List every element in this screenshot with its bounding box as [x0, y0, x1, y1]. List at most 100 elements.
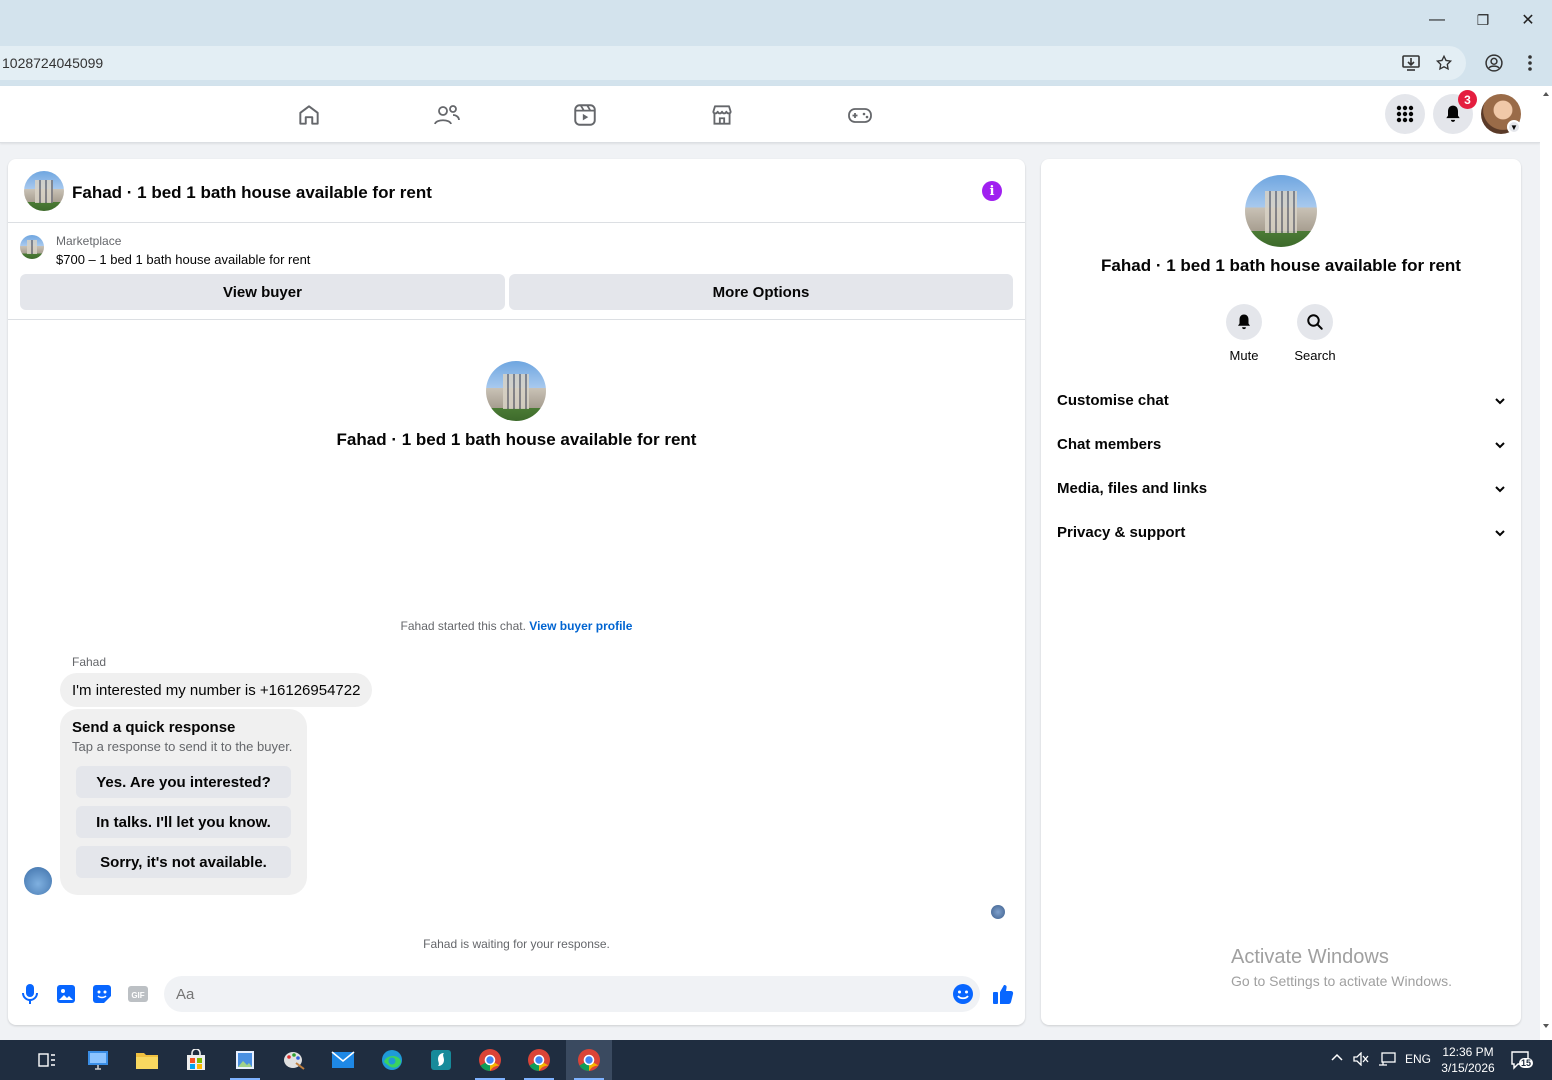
browser-menu-icon[interactable]: [1517, 50, 1543, 76]
chrome-profile-1-icon[interactable]: [467, 1040, 513, 1080]
remote-desktop-icon[interactable]: [75, 1040, 121, 1080]
details-avatar[interactable]: [1245, 175, 1317, 247]
view-buyer-button[interactable]: View buyer: [20, 274, 505, 310]
mute-label: Mute: [1229, 348, 1259, 363]
quick-reply-yes-button[interactable]: Yes. Are you interested?: [76, 766, 291, 798]
install-app-icon[interactable]: [1399, 52, 1423, 74]
surfshark-icon[interactable]: [418, 1040, 464, 1080]
photo-icon[interactable]: [54, 982, 78, 1006]
task-view-icon[interactable]: [24, 1040, 70, 1080]
account-caret-icon[interactable]: ▼: [1507, 120, 1521, 134]
chat-panel: Fahad · 1 bed 1 bath house available for…: [8, 159, 1025, 1025]
profile-icon[interactable]: [1481, 50, 1507, 76]
address-bar-row: 1028724045099: [0, 40, 1552, 86]
details-name: Fahad · 1 bed 1 bath house available for…: [1101, 256, 1461, 275]
browser-titlebar: — ❐ ✕: [0, 0, 1552, 40]
info-icon[interactable]: i: [982, 181, 1002, 201]
sticker-icon[interactable]: [90, 982, 114, 1006]
listing-avatar[interactable]: [24, 171, 64, 211]
close-button[interactable]: ✕: [1508, 6, 1548, 34]
thumbs-up-icon[interactable]: [991, 982, 1015, 1006]
url-text: 1028724045099: [2, 55, 104, 71]
chat-title[interactable]: Fahad · 1 bed 1 bath house available for…: [72, 183, 432, 203]
privacy-support-row[interactable]: Privacy & support: [1057, 514, 1505, 550]
paint-icon[interactable]: [271, 1040, 317, 1080]
omnibox[interactable]: 1028724045099: [0, 46, 1466, 80]
section-label: Media, files and links: [1057, 479, 1208, 497]
network-icon[interactable]: [1378, 1052, 1396, 1069]
media-files-links-row[interactable]: Media, files and links: [1057, 470, 1505, 506]
svg-text:GIF: GIF: [131, 991, 144, 1000]
view-buyer-profile-link[interactable]: View buyer profile: [529, 619, 632, 633]
menu-grid-icon[interactable]: [1385, 94, 1425, 134]
file-explorer-icon[interactable]: [124, 1040, 170, 1080]
action-center-badge: 15: [1519, 1058, 1534, 1068]
clock-date: 3/15/2026: [1441, 1061, 1495, 1075]
listing-thumbnail[interactable]: [20, 235, 44, 259]
sender-avatar[interactable]: [24, 867, 52, 895]
emoji-icon[interactable]: [951, 982, 975, 1006]
chat-started-text: Fahad started this chat.: [400, 619, 526, 633]
minimize-button[interactable]: —: [1417, 6, 1457, 34]
listing-large-avatar: [486, 361, 546, 421]
search-label: Search: [1294, 348, 1336, 363]
search-icon: [1297, 304, 1333, 340]
friends-icon[interactable]: [432, 100, 462, 130]
mute-button[interactable]: Mute: [1204, 304, 1284, 363]
notification-badge: 3: [1458, 90, 1477, 109]
waiting-notice: Fahad is waiting for your response.: [423, 937, 610, 951]
chat-header: Fahad · 1 bed 1 bath house available for…: [8, 159, 1025, 223]
image-viewer-icon[interactable]: [222, 1040, 268, 1080]
message-input[interactable]: [164, 976, 980, 1012]
marketplace-icon[interactable]: [707, 100, 737, 130]
clock-time: 12:36 PM: [1442, 1045, 1494, 1059]
chevron-down-icon: [1495, 524, 1505, 541]
restore-button[interactable]: ❐: [1463, 6, 1503, 34]
windows-taskbar: ENG 12:36 PM 3/15/2026 15: [0, 1040, 1552, 1080]
chevron-down-icon: [1495, 392, 1505, 409]
watermark-title: Activate Windows: [1231, 946, 1389, 968]
quick-response-title: Send a quick response: [72, 719, 236, 736]
sender-name: Fahad: [72, 655, 107, 669]
listing-source-label: Marketplace: [56, 234, 122, 248]
section-label: Customise chat: [1057, 391, 1169, 409]
section-label: Chat members: [1057, 435, 1162, 453]
chevron-down-icon: [1495, 480, 1505, 497]
system-clock[interactable]: 12:36 PM 3/15/2026: [1430, 1044, 1506, 1076]
language-indicator[interactable]: ENG: [1405, 1052, 1431, 1066]
more-options-button[interactable]: More Options: [509, 274, 1013, 310]
chevron-down-icon: [1495, 436, 1505, 453]
message-bubble[interactable]: I'm interested my number is +16126954722: [60, 673, 373, 707]
home-icon[interactable]: [294, 100, 324, 130]
chrome-profile-2-icon[interactable]: [516, 1040, 562, 1080]
bookmark-star-icon[interactable]: [1432, 52, 1456, 74]
watermark-subtitle: Go to Settings to activate Windows.: [1231, 973, 1452, 989]
listing-summary[interactable]: $700 – 1 bed 1 bath house available for …: [56, 252, 310, 267]
facebook-top-nav: 3 ▼: [0, 86, 1540, 143]
gaming-icon[interactable]: [845, 100, 875, 130]
customise-chat-row[interactable]: Customise chat: [1057, 382, 1505, 418]
quick-reply-in-talks-button[interactable]: In talks. I'll let you know.: [76, 806, 291, 838]
action-center-icon[interactable]: 15: [1510, 1050, 1534, 1073]
seen-indicator-avatar: [991, 905, 1005, 919]
divider: [8, 319, 1025, 320]
mail-icon[interactable]: [320, 1040, 366, 1080]
chrome-active-icon[interactable]: [566, 1040, 612, 1080]
quick-reply-not-available-button[interactable]: Sorry, it's not available.: [76, 846, 291, 878]
chat-details-panel: Fahad · 1 bed 1 bath house available for…: [1041, 159, 1521, 1025]
gif-icon[interactable]: GIF: [126, 982, 150, 1006]
page-scrollbar[interactable]: [1540, 86, 1552, 1040]
volume-muted-icon[interactable]: [1353, 1051, 1369, 1069]
chat-started-notice: Fahad started this chat. View buyer prof…: [8, 619, 1025, 633]
bell-icon: [1226, 304, 1262, 340]
tray-chevron-up-icon[interactable]: [1331, 1052, 1343, 1067]
store-icon[interactable]: [173, 1040, 219, 1080]
video-icon[interactable]: [570, 100, 600, 130]
microphone-icon[interactable]: [18, 982, 42, 1006]
activate-windows-watermark: Activate Windows Go to Settings to activ…: [1231, 946, 1452, 989]
conversation-name: Fahad · 1 bed 1 bath house available for…: [336, 430, 697, 449]
search-button[interactable]: Search: [1275, 304, 1355, 363]
edge-icon[interactable]: [369, 1040, 415, 1080]
section-label: Privacy & support: [1057, 523, 1186, 541]
chat-members-row[interactable]: Chat members: [1057, 426, 1505, 462]
